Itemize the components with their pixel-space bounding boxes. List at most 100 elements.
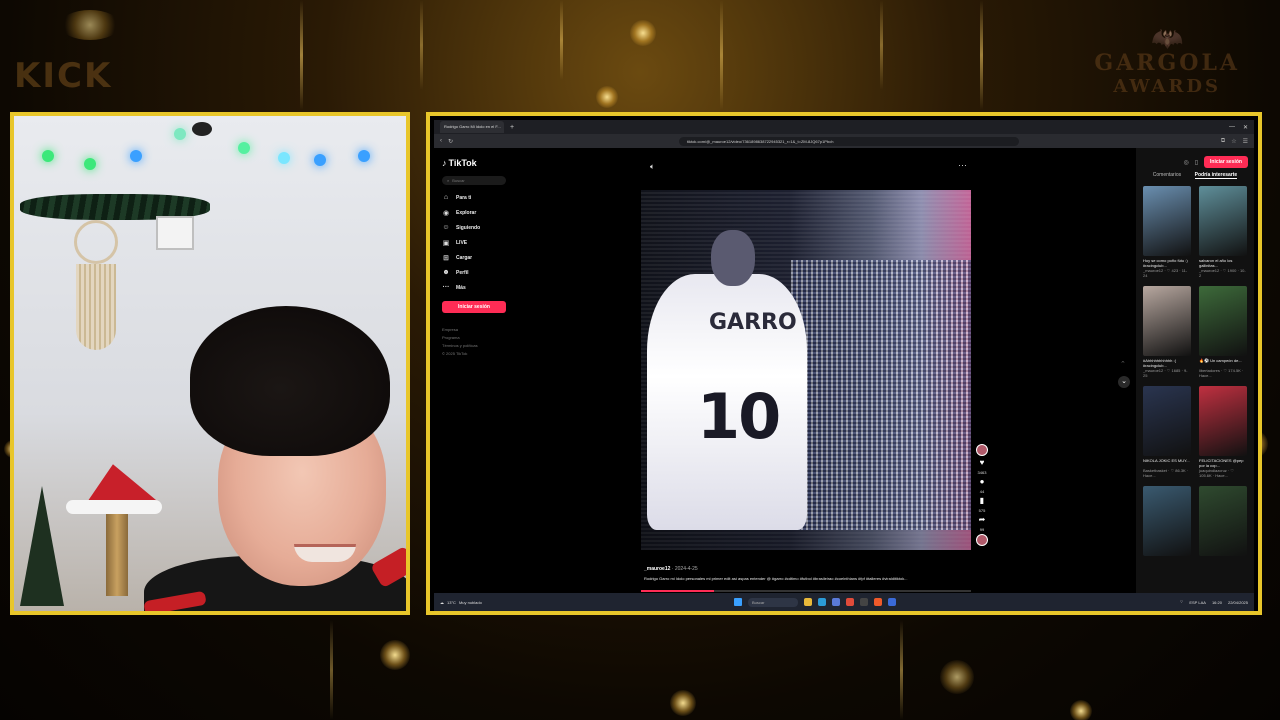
video-title[interactable]: FELICITACIONES @pep por la cop...: [1199, 458, 1247, 468]
creator-username[interactable]: _mauroe12: [644, 566, 670, 572]
video-title[interactable]: salvaron el año los gallinitas...: [1199, 258, 1247, 268]
app-icon[interactable]: [888, 598, 896, 606]
suggested-video-card[interactable]: FELICITACIONES @pep por la cop... juaquin…: [1199, 386, 1247, 478]
wall-picture: [156, 216, 194, 250]
video-thumbnail[interactable]: [1199, 286, 1247, 356]
tab-comments[interactable]: Comentarios: [1153, 172, 1181, 179]
login-button[interactable]: Iniciar sesión: [442, 301, 506, 313]
file-explorer-icon[interactable]: [804, 598, 812, 606]
heart-icon[interactable]: ♥: [977, 458, 987, 468]
nav-item-label: Más: [456, 284, 466, 291]
music-disc-icon[interactable]: [976, 534, 988, 546]
store-icon[interactable]: [832, 598, 840, 606]
creator-avatar[interactable]: [976, 444, 988, 456]
profile-icon: ☻: [442, 269, 450, 276]
video-thumbnail[interactable]: [1199, 386, 1247, 456]
footer-link[interactable]: Empresa: [442, 327, 512, 332]
nav-item-explorar[interactable]: ◉ Explorar: [442, 208, 512, 217]
video-thumbnail[interactable]: [1143, 286, 1191, 356]
video-progress-bar[interactable]: [641, 590, 971, 592]
language-indicator[interactable]: ESP LAA: [1189, 600, 1206, 605]
video-title[interactable]: Hoy se como poño fútu :) #racingclub...: [1143, 258, 1191, 268]
footer-link[interactable]: Términos y políticas: [442, 343, 512, 348]
suggested-video-card[interactable]: salvaron el año los gallinitas... _mauroe…: [1199, 186, 1247, 278]
nav-item-label: Cargar: [456, 254, 473, 261]
browser-window: Rodrigo Garro Mi Idolo en el F... + — ✕ …: [434, 120, 1254, 611]
minimize-icon[interactable]: —: [1229, 124, 1235, 131]
nav-item-m-s[interactable]: ··· Más: [442, 283, 512, 292]
panel-login-button[interactable]: Iniciar sesión: [1204, 156, 1248, 168]
streamer-mouth: [294, 544, 356, 562]
edge-icon[interactable]: [818, 598, 826, 606]
extensions-icon[interactable]: ⧉: [1221, 138, 1225, 145]
chrome-icon[interactable]: [846, 598, 854, 606]
suggested-video-card[interactable]: #Ahhhhhhhhhhh :( #racingclub... _mauroe12…: [1143, 286, 1191, 378]
video-thumbnail[interactable]: [1199, 486, 1247, 556]
close-icon[interactable]: ✕: [1243, 124, 1248, 131]
windows-taskbar: ☁ 13°C Muy nublado Buscar ⌔ ESP LAA 16:2…: [434, 593, 1254, 611]
chevron-up-icon[interactable]: ⌃: [1120, 360, 1126, 368]
search-input[interactable]: ⌕ Buscar: [442, 176, 506, 185]
video-title[interactable]: 🔥⚽ Un campeón de...: [1199, 358, 1247, 368]
compass-icon: ◉: [442, 209, 450, 217]
share-icon[interactable]: ➦: [977, 515, 987, 525]
bookmark-icon[interactable]: ☆: [1231, 138, 1236, 145]
device-icon[interactable]: ▯: [1195, 159, 1198, 166]
nav-item-label: Perfil: [456, 269, 469, 276]
search-placeholder: Buscar: [452, 178, 465, 183]
comment-count: 44: [979, 489, 985, 494]
gargola-logo-line1: GARGOLA: [1094, 50, 1240, 76]
suggested-video-card[interactable]: [1199, 486, 1247, 556]
tab-suggestions[interactable]: Podría interesarte: [1194, 172, 1238, 179]
browser-tab[interactable]: Rodrigo Garro Mi Idolo en el F...: [440, 121, 504, 133]
weather-widget[interactable]: ☁ 13°C Muy nublado: [440, 600, 482, 605]
video-thumbnail[interactable]: [1143, 486, 1191, 556]
wifi-icon[interactable]: ⌔: [1180, 599, 1184, 605]
start-icon[interactable]: [734, 598, 742, 606]
obs-icon[interactable]: [860, 598, 868, 606]
nav-item-perfil[interactable]: ☻ Perfil: [442, 268, 512, 277]
back-icon[interactable]: ‹: [440, 138, 442, 144]
upload-icon: ⊞: [443, 254, 449, 262]
nav-item-siguiendo[interactable]: ☺ Siguiendo: [442, 223, 512, 232]
nav-item-live[interactable]: ▣ LIVE: [442, 238, 512, 247]
screen-share: Rodrigo Garro Mi Idolo en el F... + — ✕ …: [426, 112, 1262, 615]
video-title[interactable]: #Ahhhhhhhhhhh :( #racingclub...: [1143, 358, 1191, 368]
nav-item-cargar[interactable]: ⊞ Cargar: [442, 253, 512, 262]
tiktok-logo[interactable]: ♪ TikTok: [442, 158, 512, 168]
video-thumbnail[interactable]: [1143, 386, 1191, 456]
brave-icon[interactable]: [874, 598, 882, 606]
footer-link[interactable]: Programa: [442, 335, 512, 340]
stadium-crowd: [791, 260, 971, 530]
video-thumbnail[interactable]: [1143, 186, 1191, 256]
footer-link[interactable]: © 2025 TikTok: [442, 351, 512, 356]
suggested-video-card[interactable]: 🔥⚽ Un campeón de... libertadores · ♡ 174.…: [1199, 286, 1247, 378]
chevron-down-icon[interactable]: ⌄: [1118, 376, 1130, 388]
new-tab-icon[interactable]: +: [510, 124, 514, 131]
menu-icon[interactable]: ☰: [1243, 138, 1248, 145]
save-count: 575: [978, 508, 986, 513]
share-count: 99: [979, 527, 985, 532]
suggested-video-card[interactable]: Hoy se como poño fútu :) #racingclub... _…: [1143, 186, 1191, 278]
bookmark-icon[interactable]: ▮: [977, 496, 987, 506]
more-options-icon[interactable]: ···: [958, 160, 967, 170]
christmas-lights: [14, 120, 406, 170]
video-title[interactable]: NIKOLA JOKIC ES MUY...: [1143, 458, 1191, 468]
suggested-video-card[interactable]: NIKOLA JOKIC ES MUY... Basketbasket · ♡ 8…: [1143, 386, 1191, 478]
suggested-video-card[interactable]: [1143, 486, 1191, 556]
url-field[interactable]: tiktok.com/@_mauroe12/video/736189863872…: [679, 136, 1020, 146]
video-actions: ♥ 3463 ● 44 ▮ 575 ➦ 99: [976, 444, 988, 546]
video-meta: _mauroe12 · ♡ 423 · 11-24: [1143, 268, 1188, 278]
clock-date[interactable]: 22/04/2025: [1228, 600, 1248, 605]
clock-time[interactable]: 16:20: [1212, 600, 1222, 605]
nav-item-label: LIVE: [456, 239, 468, 246]
video-player[interactable]: GARRO 10: [641, 190, 971, 550]
video-thumbnail[interactable]: [1199, 186, 1247, 256]
nav-item-para-ti[interactable]: ⌂ Para ti: [442, 193, 512, 202]
taskbar-search[interactable]: Buscar: [748, 597, 798, 607]
coins-icon[interactable]: ◎: [1183, 159, 1188, 166]
comment-icon[interactable]: ●: [977, 477, 987, 487]
volume-icon[interactable]: 🔈︎: [650, 162, 655, 172]
reload-icon[interactable]: ↻: [448, 138, 453, 145]
cloud-icon: ☁: [440, 599, 444, 605]
